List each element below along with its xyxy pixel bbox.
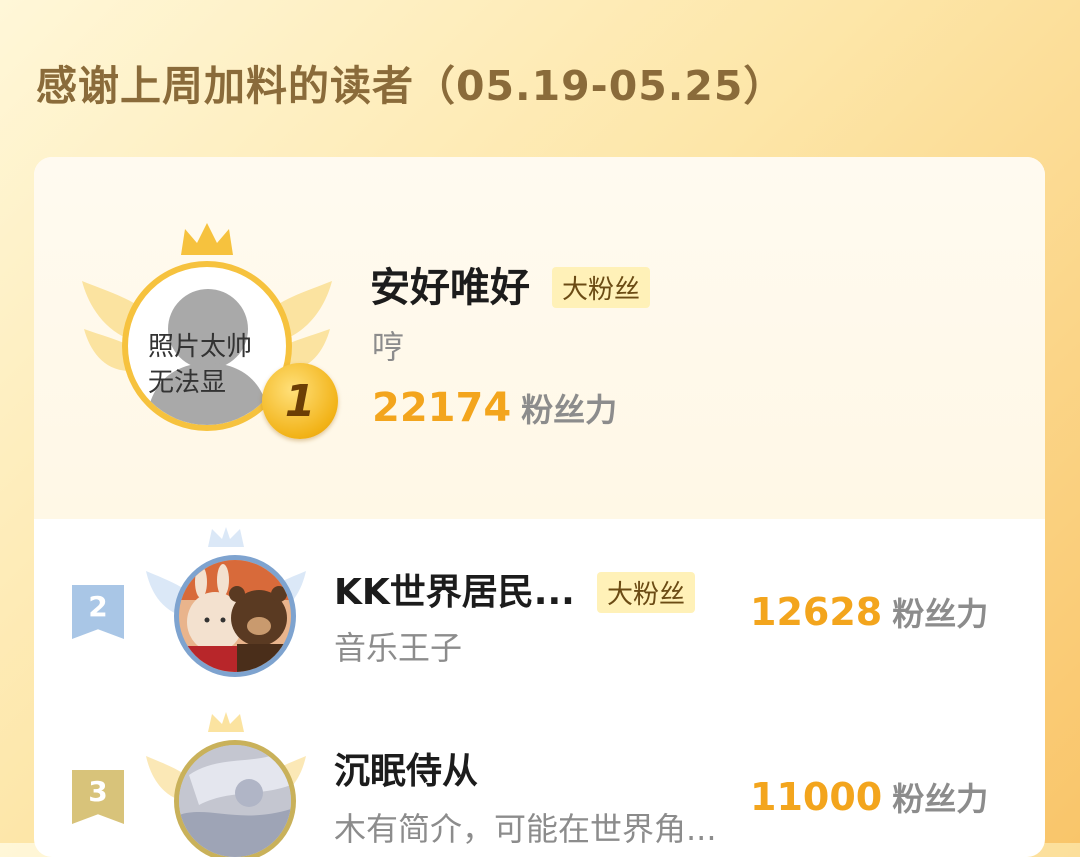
reader-avatar-group[interactable] [146, 712, 306, 857]
score-value: 11000 [750, 775, 883, 819]
bear-and-bunny-avatar-icon [179, 560, 291, 672]
avatar[interactable] [174, 740, 296, 857]
top-reader-name[interactable]: 安好唯好 [370, 255, 530, 313]
list-item[interactable]: 3 沉眠侍从 木有简介，可能在世界角... 11000 粉丝力 [34, 712, 1045, 857]
rank-1-medal: 1 [262, 363, 338, 439]
top-reader-score: 22174 粉丝力 [372, 385, 617, 431]
reader-name[interactable]: 沉眠侍从 [334, 742, 478, 794]
avatar-placeholder-text: 照片太帅 无法显 [148, 329, 252, 401]
score-value: 12628 [750, 590, 883, 634]
avatar-placeholder-line-1: 照片太帅 [148, 332, 253, 362]
reader-bio: 木有简介，可能在世界角... [334, 810, 717, 848]
score-unit: 粉丝力 [521, 391, 618, 429]
reader-bio: 音乐王子 [334, 629, 463, 667]
reader-name[interactable]: KK世界居民... [334, 563, 575, 615]
top-reader-section[interactable]: 照片太帅 无法显 1 安好唯好 大粉丝 哼 22174 粉丝力 [34, 157, 1045, 519]
page-title: 感谢上周加料的读者（05.19-05.25） [36, 62, 786, 110]
leaderboard-card: 照片太帅 无法显 1 安好唯好 大粉丝 哼 22174 粉丝力 2 KK世界居民… [34, 157, 1045, 857]
rank-3-flag: 3 [72, 770, 124, 824]
fan-badge: 大粉丝 [597, 572, 696, 613]
crown-icon [181, 223, 233, 255]
reader-score: 11000 粉丝力 [750, 774, 988, 820]
top-reader-bio: 哼 [372, 328, 405, 366]
avatar[interactable] [174, 555, 296, 677]
abstract-avatar-icon [179, 745, 291, 857]
score-value: 22174 [372, 385, 512, 431]
score-unit: 粉丝力 [892, 595, 989, 633]
rank-2-flag: 2 [72, 585, 124, 639]
score-unit: 粉丝力 [892, 780, 989, 818]
reader-avatar-group[interactable] [146, 527, 306, 677]
reader-score: 12628 粉丝力 [750, 589, 988, 635]
list-item[interactable]: 2 KK世界居民... 大粉丝 音乐王子 12628 粉丝力 [34, 527, 1045, 687]
avatar-placeholder-line-2: 无法显 [148, 368, 227, 398]
fan-badge: 大粉丝 [552, 267, 651, 308]
top-reader-avatar-group[interactable]: 照片太帅 无法显 1 [82, 221, 338, 451]
